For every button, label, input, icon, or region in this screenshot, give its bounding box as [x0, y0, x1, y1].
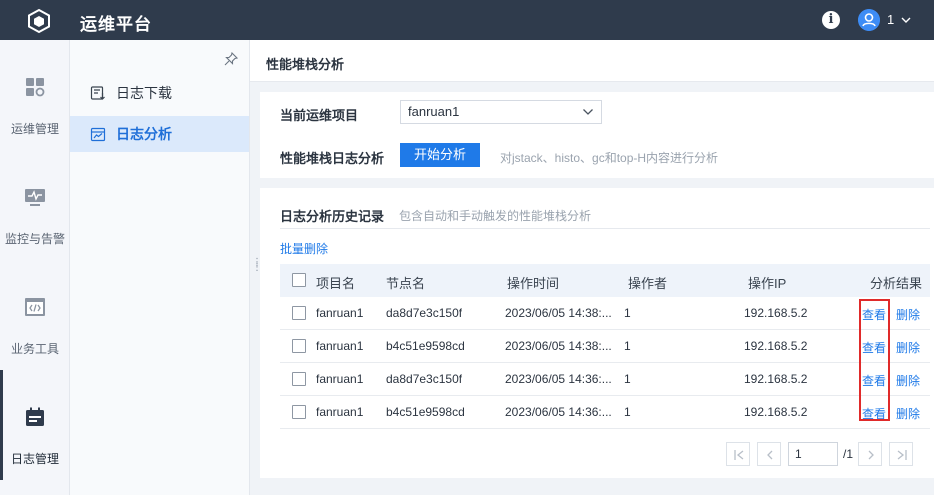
column-header: 操作时间 [507, 276, 560, 291]
user-count[interactable]: 1 [887, 12, 894, 27]
delete-link[interactable]: 删除 [896, 372, 920, 389]
history-title: 日志分析历史记录 [280, 209, 385, 224]
cell-ip: 192.168.5.2 [744, 405, 808, 419]
chevron-right-icon [868, 450, 874, 460]
delete-link[interactable]: 删除 [896, 405, 920, 422]
cell-ip: 192.168.5.2 [744, 339, 808, 353]
project-select-value: fanruan1 [408, 104, 460, 119]
table-row: fanruan1 da8d7e3c150f 2023/06/05 14:36:.… [280, 363, 930, 396]
rail-item-tools[interactable]: 业务工具 [0, 260, 70, 370]
cell-node: da8d7e3c150f [386, 306, 463, 320]
cell-node: b4c51e9598cd [386, 339, 465, 353]
rail-item-label: 日志管理 [10, 452, 59, 466]
column-header: 操作IP [748, 276, 787, 291]
row-checkbox[interactable] [292, 405, 306, 419]
chart-calendar-icon [90, 127, 106, 142]
download-list-icon [90, 86, 105, 100]
prev-page-button[interactable] [757, 442, 781, 466]
column-header: 节点名 [386, 276, 426, 291]
history-subtitle: 包含自动和手动触发的性能堆栈分析 [399, 209, 592, 223]
page-number-input[interactable] [788, 442, 838, 466]
cell-project: fanruan1 [316, 405, 364, 419]
subnav-item-label: 日志分析 [116, 126, 172, 142]
monitor-icon [25, 189, 45, 206]
cell-ip: 192.168.5.2 [744, 306, 808, 320]
cell-operator: 1 [624, 405, 631, 419]
subnav-item-log-download[interactable]: 日志下载 [70, 75, 249, 111]
info-icon[interactable]: i [822, 11, 840, 29]
cell-project: fanruan1 [316, 372, 364, 386]
table-row: fanruan1 b4c51e9598cd 2023/06/05 14:36:.… [280, 396, 930, 429]
select-all-checkbox[interactable] [292, 273, 306, 287]
rail-item-ops[interactable]: 运维管理 [0, 40, 70, 150]
view-links-highlight [859, 299, 890, 421]
history-card: 日志分析历史记录 包含自动和手动触发的性能堆栈分析 批量删除 项目名 节点名 操… [260, 188, 934, 478]
page-title: 性能堆栈分析 [266, 57, 345, 72]
table-row: fanruan1 b4c51e9598cd 2023/06/05 14:38:.… [280, 330, 930, 363]
user-avatar-icon[interactable] [858, 9, 880, 31]
last-page-icon [897, 450, 907, 460]
rail-item-logs[interactable]: 日志管理 [0, 370, 70, 480]
chevron-left-icon [767, 450, 773, 460]
rail-item-monitor[interactable]: 监控与告警 [0, 150, 70, 260]
delete-link[interactable]: 删除 [896, 339, 920, 356]
row-checkbox[interactable] [292, 372, 306, 386]
row-checkbox[interactable] [292, 339, 306, 353]
row-checkbox[interactable] [292, 306, 306, 320]
cell-node: b4c51e9598cd [386, 405, 465, 419]
first-page-button[interactable] [726, 442, 750, 466]
column-header: 项目名 [316, 276, 356, 291]
project-label: 当前运维项目 [280, 108, 359, 123]
cell-operator: 1 [624, 306, 631, 320]
column-header: 分析结果 [870, 276, 923, 291]
cell-time: 2023/06/05 14:36:... [505, 372, 612, 386]
cell-project: fanruan1 [316, 306, 364, 320]
dashboard-grid-icon [26, 78, 45, 97]
start-analysis-hint: 对jstack、histo、gc和top-H内容进行分析 [500, 151, 719, 165]
sub-nav: 日志下载 日志分析 [70, 40, 250, 495]
rail-item-label: 运维管理 [10, 122, 59, 136]
column-header: 操作者 [628, 276, 668, 291]
code-window-icon [25, 298, 45, 316]
delete-link[interactable]: 删除 [896, 306, 920, 323]
table-row: fanruan1 da8d7e3c150f 2023/06/05 14:38:.… [280, 297, 930, 330]
top-bar: 运维平台 i 1 [0, 0, 934, 40]
next-page-button[interactable] [858, 442, 882, 466]
start-analysis-button[interactable]: 开始分析 [400, 143, 480, 167]
pin-icon[interactable] [224, 52, 238, 66]
cell-node: da8d7e3c150f [386, 372, 463, 386]
last-page-button[interactable] [889, 442, 913, 466]
subnav-item-label: 日志下载 [116, 85, 172, 101]
project-select[interactable]: fanruan1 [400, 100, 602, 124]
rail-item-label: 监控与告警 [4, 232, 65, 246]
batch-delete-link[interactable]: 批量删除 [280, 240, 328, 257]
cell-operator: 1 [624, 372, 631, 386]
resize-handle[interactable]: ⋮ ⋮ [252, 258, 262, 276]
cell-time: 2023/06/05 14:38:... [505, 306, 612, 320]
cell-project: fanruan1 [316, 339, 364, 353]
page-total: /1 [843, 447, 854, 461]
analysis-label: 性能堆栈日志分析 [280, 151, 385, 166]
chevron-down-icon [583, 109, 593, 115]
cell-ip: 192.168.5.2 [744, 372, 808, 386]
divider [280, 228, 930, 229]
first-page-icon [734, 450, 744, 460]
subnav-item-log-analysis[interactable]: 日志分析 [70, 116, 249, 152]
chevron-down-icon[interactable] [899, 13, 913, 27]
cube-logo-icon [28, 8, 50, 34]
rail-item-label: 业务工具 [10, 342, 59, 356]
page-header: 性能堆栈分析 [250, 40, 934, 82]
left-rail: 运维管理 监控与告警 业务工具 日志管理 [0, 40, 70, 495]
cell-time: 2023/06/05 14:36:... [505, 405, 612, 419]
cell-time: 2023/06/05 14:38:... [505, 339, 612, 353]
table-header: 项目名 节点名 操作时间 操作者 操作IP 分析结果 [280, 264, 930, 297]
analysis-config-card: 当前运维项目 fanruan1 性能堆栈日志分析 开始分析 对jstack、hi… [260, 92, 934, 178]
cell-operator: 1 [624, 339, 631, 353]
calendar-log-icon [26, 407, 44, 426]
app-title: 运维平台 [80, 15, 152, 34]
